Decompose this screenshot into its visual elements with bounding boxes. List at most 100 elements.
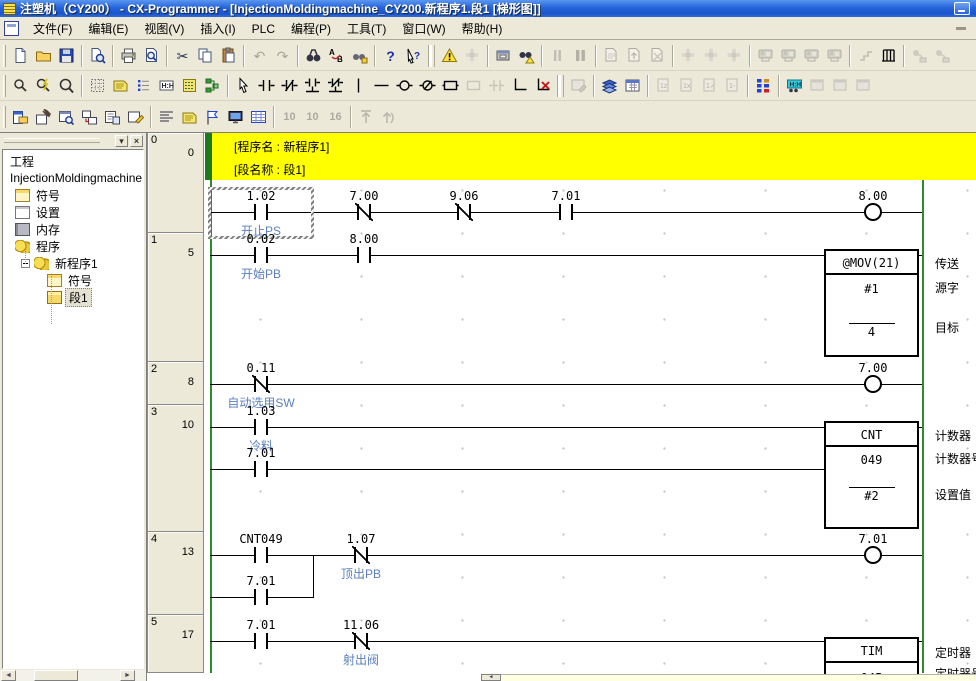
io-comment-view-button[interactable] — [621, 74, 644, 98]
menu-6[interactable]: 编程(P) — [283, 19, 339, 39]
mov-instruction-block[interactable]: @MOV(21) #1 4 — [824, 249, 919, 357]
ladder-scroll-left-button[interactable]: ◄ — [481, 674, 501, 681]
tree-scroll-right-button[interactable]: ► — [120, 670, 135, 681]
mnemonic-view-button[interactable] — [155, 105, 178, 129]
monitor-mode-button[interactable] — [723, 44, 746, 68]
tree-item-新程序1[interactable]: 新程序1 — [7, 255, 101, 271]
symbol-layers-button[interactable] — [598, 74, 621, 98]
differential-monitor-button[interactable] — [877, 44, 900, 68]
program-mode-button[interactable] — [677, 44, 700, 68]
format-decimal-button[interactable]: 10 — [278, 105, 301, 129]
properties-button[interactable] — [124, 105, 147, 129]
ladder-horizontal-scrollbar[interactable]: ◄ — [147, 674, 976, 681]
tree-item-符号[interactable]: 符号 — [7, 187, 63, 203]
zoom-tool-button[interactable] — [9, 74, 32, 98]
tree-item-设置[interactable]: 设置 — [7, 204, 63, 220]
new-closed-contact-button[interactable] — [278, 74, 301, 98]
aux-window-3-button[interactable] — [852, 74, 875, 98]
monitor-window-button[interactable] — [224, 105, 247, 129]
new-closed-coil-button[interactable] — [416, 74, 439, 98]
run-mode-1-button[interactable] — [754, 44, 777, 68]
toggle-workspace-button[interactable] — [9, 105, 32, 129]
child-window-icon[interactable] — [4, 21, 19, 36]
new-file-button[interactable] — [9, 44, 32, 68]
zoom-in-button[interactable] — [32, 74, 55, 98]
undo-button[interactable]: ↶ — [248, 44, 271, 68]
work-online-button[interactable] — [492, 44, 515, 68]
cut-button[interactable]: ✂ — [171, 44, 194, 68]
new-coil-button[interactable] — [393, 74, 416, 98]
compare-with-plc-button[interactable] — [646, 44, 669, 68]
menu-7[interactable]: 工具(T) — [339, 19, 394, 39]
workspace-drag-grip[interactable] — [4, 138, 100, 143]
transfer-to-plc-button[interactable] — [600, 44, 623, 68]
show-rung-comments-button[interactable] — [178, 74, 201, 98]
context-help-button[interactable]: ? — [402, 44, 425, 68]
go-previous-reference-button[interactable] — [355, 105, 378, 129]
menu-5[interactable]: PLC — [244, 19, 283, 39]
redo-button[interactable]: ↷ — [271, 44, 294, 68]
run-mode-4-button[interactable] — [823, 44, 846, 68]
toggle-grid-button[interactable] — [86, 74, 109, 98]
edit-send-1-button[interactable]: 1z — [652, 74, 675, 98]
menu-1[interactable]: 文件(F) — [25, 19, 80, 39]
pause-trigger-button[interactable] — [569, 44, 592, 68]
cross-reference-report-button[interactable] — [78, 105, 101, 129]
menu-8[interactable]: 窗口(W) — [394, 19, 453, 39]
edit-send-2-button[interactable]: 1x — [675, 74, 698, 98]
tree-scroll-thumb[interactable] — [34, 670, 78, 681]
transfer-from-plc-button[interactable] — [623, 44, 646, 68]
open-file-button[interactable] — [32, 44, 55, 68]
new-vertical-line-button[interactable] — [347, 74, 370, 98]
tim-instruction-block[interactable]: TIM 045 — [824, 637, 919, 674]
new-inverted-pfc-button[interactable] — [485, 74, 508, 98]
aux-window-1-button[interactable] — [806, 74, 829, 98]
step-run-button[interactable] — [854, 44, 877, 68]
go-next-reference-button[interactable] — [378, 105, 401, 129]
toolbar-grip[interactable] — [3, 45, 6, 67]
toggle-output-window-button[interactable] — [32, 105, 55, 129]
rung-header-3[interactable]: 310 — [147, 404, 204, 532]
online-edit-button[interactable] — [567, 74, 590, 98]
tree-item-内存[interactable]: 内存 — [7, 221, 63, 237]
find-report-button[interactable] — [515, 44, 538, 68]
run-mode-2-button[interactable] — [777, 44, 800, 68]
section-flag-view-button[interactable] — [201, 105, 224, 129]
pause-monitor-button[interactable] — [546, 44, 569, 68]
replace-button[interactable]: AB — [325, 44, 348, 68]
workspace-pin-button[interactable]: ▾ — [115, 135, 128, 147]
show-monitor-box-button[interactable]: H:H — [155, 74, 178, 98]
show-symbol-tree-button[interactable] — [201, 74, 224, 98]
compile-program-button[interactable] — [438, 44, 461, 68]
new-horizontal-line-button[interactable] — [370, 74, 393, 98]
minimize-button[interactable] — [954, 2, 970, 15]
aux-window-2-button[interactable] — [829, 74, 852, 98]
rung-header-5[interactable]: 517 — [147, 614, 204, 673]
new-vertical-down-button[interactable] — [508, 74, 531, 98]
compile-all-programs-button[interactable] — [461, 44, 484, 68]
paste-button[interactable] — [217, 44, 240, 68]
rung-header-0[interactable]: 00 — [147, 133, 204, 233]
change-all-button[interactable] — [348, 44, 371, 68]
format-signed-decimal-button[interactable]: 10 — [301, 105, 324, 129]
tree-scroll-left-button[interactable]: ◄ — [1, 670, 16, 681]
symbols-editor-button[interactable] — [178, 105, 201, 129]
ladder-scroll-track[interactable] — [501, 674, 976, 681]
local-symbol-table-button[interactable] — [101, 105, 124, 129]
new-or-closed-contact-button[interactable] — [324, 74, 347, 98]
select-mode-button[interactable] — [232, 74, 255, 98]
tree-item-程序[interactable]: 程序 — [7, 238, 63, 254]
address-reference-tool-button[interactable] — [752, 74, 775, 98]
rung-header-4[interactable]: 413 — [147, 531, 204, 615]
show-rung-annotations-button[interactable] — [132, 74, 155, 98]
help-button[interactable]: ? — [379, 44, 402, 68]
print-preview-button[interactable] — [140, 44, 163, 68]
show-comments-button[interactable] — [109, 74, 132, 98]
rung-header-1[interactable]: 15 — [147, 232, 204, 362]
toolbar-grip[interactable] — [3, 106, 6, 128]
menu-3[interactable]: 视图(V) — [136, 19, 192, 39]
run-mode-3-button[interactable] — [800, 44, 823, 68]
edit-send-4-button[interactable]: 1- — [721, 74, 744, 98]
format-hex-button[interactable]: 16 — [324, 105, 347, 129]
new-instruction-2-button[interactable] — [462, 74, 485, 98]
